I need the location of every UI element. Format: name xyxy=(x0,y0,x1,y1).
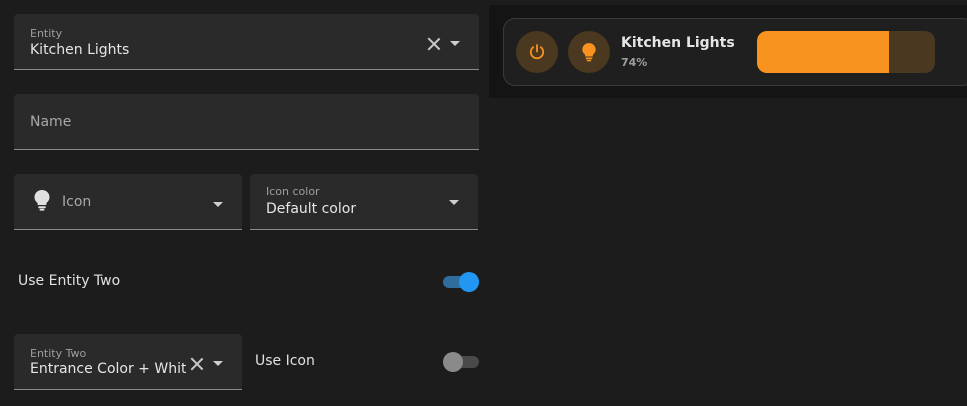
chevron-down-icon[interactable] xyxy=(213,361,223,366)
power-button[interactable] xyxy=(516,31,558,73)
use-entity-two-label: Use Entity Two xyxy=(18,273,121,289)
toggle-thumb xyxy=(459,272,479,292)
icon-color-label: Icon color xyxy=(266,185,320,198)
chevron-down-icon[interactable] xyxy=(213,202,223,207)
icon-placeholder: Icon xyxy=(62,194,92,210)
chevron-down-icon[interactable] xyxy=(450,41,460,46)
card-state: 74% xyxy=(621,56,648,69)
brightness-fill xyxy=(757,31,889,73)
entity-value: Kitchen Lights xyxy=(30,42,130,58)
icon-color-select[interactable]: Icon color Default color xyxy=(250,174,478,230)
icon-color-value: Default color xyxy=(266,201,357,217)
use-icon-toggle[interactable] xyxy=(443,351,479,373)
entity-two-label: Entity Two xyxy=(30,347,87,360)
chevron-down-icon[interactable] xyxy=(449,200,459,205)
name-field[interactable]: Name xyxy=(14,94,479,150)
entity-two-value: Entrance Color + White L xyxy=(30,361,186,377)
brightness-slider[interactable] xyxy=(757,31,935,73)
clear-icon[interactable] xyxy=(427,37,441,51)
card-title: Kitchen Lights xyxy=(621,35,735,51)
lightbulb-icon xyxy=(582,43,596,62)
icon-picker[interactable]: Icon xyxy=(14,174,242,230)
power-icon xyxy=(529,44,545,60)
entity-label: Entity xyxy=(30,27,63,40)
clear-icon[interactable] xyxy=(190,357,204,371)
light-card-preview: Kitchen Lights 74% xyxy=(503,18,967,86)
entity-two-select[interactable]: Entity Two Entrance Color + White L xyxy=(14,334,242,390)
entity-select[interactable]: Entity Kitchen Lights xyxy=(14,14,479,70)
use-icon-label: Use Icon xyxy=(255,353,315,369)
toggle-thumb xyxy=(443,352,463,372)
use-entity-two-toggle[interactable] xyxy=(443,271,479,293)
name-placeholder: Name xyxy=(30,114,72,130)
bulb-button[interactable] xyxy=(568,31,610,73)
lightbulb-icon xyxy=(34,190,50,211)
